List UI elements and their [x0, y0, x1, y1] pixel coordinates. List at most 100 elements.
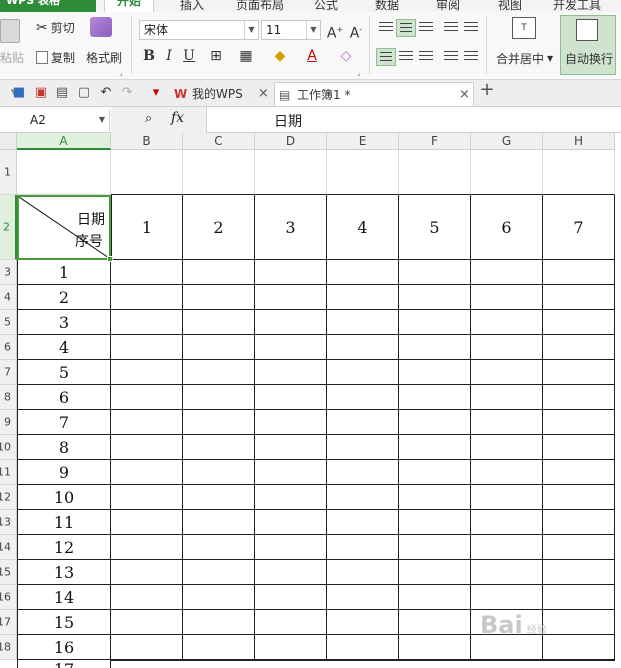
- table-cell[interactable]: [255, 310, 327, 335]
- serial-cell[interactable]: 4: [17, 335, 111, 360]
- doc-tab-my-wps[interactable]: W 我的WPS ×: [170, 82, 270, 106]
- table-cell[interactable]: [327, 510, 399, 535]
- table-cell[interactable]: [543, 410, 615, 435]
- table-cell[interactable]: [255, 150, 327, 195]
- row-header-10[interactable]: 10: [0, 435, 17, 460]
- table-cell[interactable]: [111, 585, 183, 610]
- table-cell[interactable]: [327, 485, 399, 510]
- serial-cell[interactable]: 8: [17, 435, 111, 460]
- table-cell[interactable]: [399, 285, 471, 310]
- tab-view[interactable]: 视图: [498, 0, 522, 12]
- serial-cell[interactable]: 16: [17, 635, 111, 660]
- table-cell[interactable]: [543, 585, 615, 610]
- table-cell[interactable]: [111, 610, 183, 635]
- table-cell[interactable]: [183, 535, 255, 560]
- close-icon[interactable]: ×: [258, 82, 269, 106]
- table-cell[interactable]: [327, 535, 399, 560]
- table-cell[interactable]: [471, 335, 543, 360]
- table-cell[interactable]: [543, 560, 615, 585]
- table-cell[interactable]: [183, 635, 255, 660]
- table-cell[interactable]: [327, 560, 399, 585]
- fill-pattern-icon[interactable]: ▦: [236, 46, 256, 66]
- serial-cell[interactable]: 1: [17, 260, 111, 285]
- column-header-g[interactable]: G: [471, 133, 543, 150]
- table-cell[interactable]: [111, 410, 183, 435]
- zoom-icon[interactable]: ⌕: [145, 111, 152, 126]
- table-cell[interactable]: [111, 485, 183, 510]
- table-cell[interactable]: [183, 335, 255, 360]
- table-cell[interactable]: [471, 310, 543, 335]
- table-cell[interactable]: [399, 660, 471, 661]
- table-cell[interactable]: [543, 285, 615, 310]
- table-cell[interactable]: [183, 285, 255, 310]
- row-header-13[interactable]: 13: [0, 510, 17, 535]
- table-cell[interactable]: [111, 310, 183, 335]
- table-cell[interactable]: [111, 510, 183, 535]
- table-cell[interactable]: [327, 660, 399, 661]
- select-all-corner[interactable]: [0, 133, 17, 150]
- table-cell[interactable]: [543, 335, 615, 360]
- row-header-15[interactable]: 15: [0, 560, 17, 585]
- tab-home[interactable]: 开始: [104, 0, 155, 12]
- day-header-cell[interactable]: 6: [471, 195, 543, 260]
- serial-cell[interactable]: 7: [17, 410, 111, 435]
- undo-icon[interactable]: ↶: [98, 86, 114, 100]
- table-cell[interactable]: [399, 360, 471, 385]
- table-cell[interactable]: [399, 460, 471, 485]
- day-header-cell[interactable]: 2: [183, 195, 255, 260]
- row-header-9[interactable]: 9: [0, 410, 17, 435]
- day-header-cell[interactable]: 4: [327, 195, 399, 260]
- table-cell[interactable]: [471, 510, 543, 535]
- table-cell[interactable]: [543, 150, 615, 195]
- table-cell[interactable]: [183, 360, 255, 385]
- table-cell[interactable]: [471, 460, 543, 485]
- tab-formula[interactable]: 公式: [314, 0, 338, 12]
- table-cell[interactable]: [183, 385, 255, 410]
- table-cell[interactable]: [543, 435, 615, 460]
- merge-center-icon[interactable]: T: [512, 17, 536, 39]
- table-cell[interactable]: [111, 660, 183, 661]
- table-cell[interactable]: [111, 260, 183, 285]
- table-cell[interactable]: [399, 150, 471, 195]
- day-header-cell[interactable]: 5: [399, 195, 471, 260]
- tab-developer[interactable]: 开发工具: [553, 0, 601, 12]
- bold-button[interactable]: B: [139, 46, 159, 66]
- formula-input[interactable]: 日期: [274, 111, 302, 131]
- font-color-icon[interactable]: A: [302, 46, 322, 66]
- table-cell[interactable]: [471, 485, 543, 510]
- merge-center-button[interactable]: 合并居中 ▼: [496, 50, 553, 67]
- table-cell[interactable]: [327, 585, 399, 610]
- serial-cell[interactable]: 14: [17, 585, 111, 610]
- row-header-1[interactable]: 1: [0, 150, 17, 195]
- column-header-c[interactable]: C: [183, 133, 255, 150]
- redo-icon[interactable]: ↷: [119, 86, 135, 100]
- row-header-18[interactable]: 18: [0, 635, 17, 660]
- fx-icon[interactable]: fx: [171, 110, 184, 126]
- row-header-7[interactable]: 7: [0, 360, 17, 385]
- borders-icon[interactable]: ⊞: [206, 46, 226, 66]
- row-header-11[interactable]: 11: [0, 460, 17, 485]
- table-cell[interactable]: [399, 410, 471, 435]
- column-header-e[interactable]: E: [327, 133, 399, 150]
- align-right-button[interactable]: [416, 48, 436, 66]
- cell-a2-diagonal-header[interactable]: 日期 序号: [17, 195, 113, 262]
- table-cell[interactable]: [399, 260, 471, 285]
- table-cell[interactable]: [183, 485, 255, 510]
- table-cell[interactable]: [399, 335, 471, 360]
- doc-tab-workbook[interactable]: ▤ 工作簿1 * ×: [274, 82, 474, 106]
- table-cell[interactable]: [255, 585, 327, 610]
- table-cell[interactable]: [255, 435, 327, 460]
- column-header-h[interactable]: H: [543, 133, 615, 150]
- row-header-12[interactable]: 12: [0, 485, 17, 510]
- table-cell[interactable]: [255, 560, 327, 585]
- decrease-font-icon[interactable]: A-: [346, 20, 366, 42]
- increase-font-icon[interactable]: A+: [325, 20, 345, 42]
- table-cell[interactable]: [471, 585, 543, 610]
- table-cell[interactable]: [327, 610, 399, 635]
- serial-cell[interactable]: 12: [17, 535, 111, 560]
- column-header-d[interactable]: D: [255, 133, 327, 150]
- table-cell[interactable]: [543, 310, 615, 335]
- table-cell[interactable]: [543, 535, 615, 560]
- table-cell[interactable]: [255, 510, 327, 535]
- row-header-3[interactable]: 3: [0, 260, 17, 285]
